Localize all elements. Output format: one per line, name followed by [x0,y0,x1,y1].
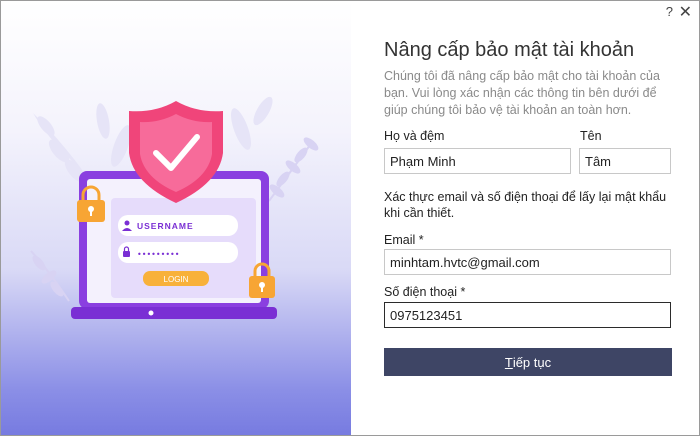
login-graphic-label: LOGIN [164,275,189,284]
password-graphic-mask: ••••••••• [137,250,179,259]
username-graphic-label: USERNAME [137,221,194,231]
phone-label: Số điện thoại * [384,285,466,299]
illustration-graphic: USERNAME ••••••••• LOGIN [30,96,319,319]
form-title: Nâng cấp bảo mật tài khoản [384,39,635,61]
user-icon [124,220,130,226]
first-name-input[interactable] [384,148,571,174]
dialog-window: USERNAME ••••••••• LOGIN ? ✕ Nâng cấp bả… [0,0,700,436]
first-name-label: Họ và đệm [384,129,445,143]
phone-input[interactable] [384,302,671,328]
leaf-branch-right [231,96,273,150]
continue-label: iếp tục [512,354,552,370]
last-name-input[interactable] [579,148,671,174]
password-lock-icon [123,251,130,257]
verify-note: Xác thực email và số điện thoại để lấy l… [384,190,667,220]
last-name-label: Tên [580,129,602,143]
laptop-webcam [148,310,154,316]
email-label: Email * [384,233,424,247]
leaf-sprig-left [30,250,70,302]
security-illustration: USERNAME ••••••••• LOGIN [1,1,351,435]
laptop-base [71,307,277,319]
close-button[interactable]: ✕ [679,2,692,22]
email-input[interactable] [384,249,671,275]
leaf-sprig-right [268,137,319,202]
form-subtitle: Chúng tôi đã nâng cấp bảo mật cho tài kh… [384,69,660,117]
continue-mnemonic: T [504,354,513,370]
help-button[interactable]: ? [666,4,673,19]
continue-button[interactable]: Tiếp tục [384,348,672,376]
